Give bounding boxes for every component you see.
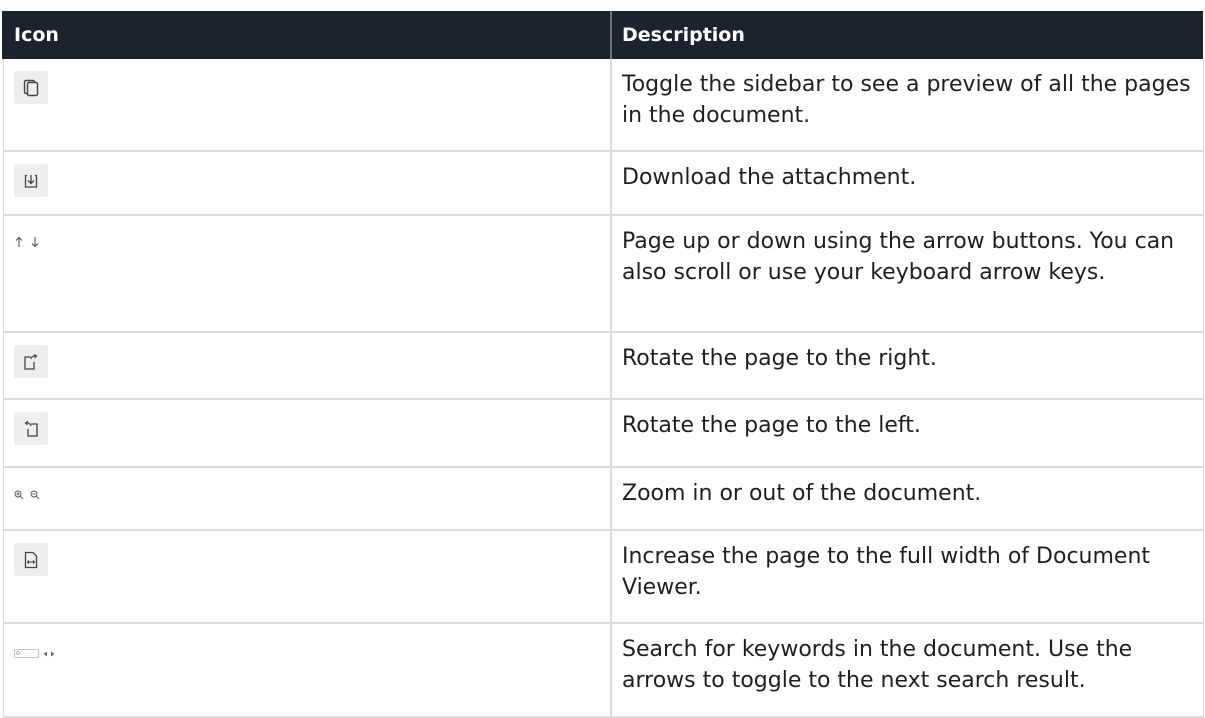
zoom-in-out-icon bbox=[14, 490, 40, 500]
table-row: Rotate the page to the left. bbox=[2, 399, 1204, 468]
description-cell: Page up or down using the arrow buttons.… bbox=[610, 215, 1204, 333]
description-cell: Download the attachment. bbox=[610, 151, 1204, 216]
icon-cell bbox=[2, 399, 611, 468]
table-row: Search for keywords in the document. Use… bbox=[2, 623, 1204, 718]
sidebar-toggle-icon bbox=[13, 71, 48, 104]
icon-cell bbox=[2, 151, 611, 216]
table-row: Download the attachment. bbox=[2, 151, 1204, 216]
icon-cell bbox=[2, 215, 611, 333]
rotate-right-icon bbox=[13, 345, 48, 378]
table-row: Zoom in or out of the document. bbox=[2, 467, 1204, 531]
column-header-icon: Icon bbox=[2, 11, 611, 59]
table-row: Increase the page to the full width of D… bbox=[2, 530, 1204, 624]
icon-cell bbox=[2, 530, 611, 624]
prev-next-arrows-icon bbox=[43, 651, 54, 656]
fit-width-icon bbox=[13, 543, 48, 576]
table-header-row: Icon Description bbox=[2, 11, 1203, 59]
icon-cell bbox=[2, 467, 611, 531]
icon-cell bbox=[2, 623, 611, 718]
rotate-left-icon bbox=[13, 412, 48, 445]
icon-cell bbox=[2, 59, 611, 152]
table-row: Rotate the page to the right. bbox=[2, 332, 1204, 400]
icon-cell bbox=[2, 332, 611, 400]
search-bar-icon bbox=[13, 649, 55, 658]
table-row: Toggle the sidebar to see a preview of a… bbox=[2, 59, 1204, 152]
table-row: Page up or down using the arrow buttons.… bbox=[2, 215, 1204, 333]
description-cell: Rotate the page to the right. bbox=[610, 332, 1204, 400]
description-cell: Search for keywords in the document. Use… bbox=[610, 623, 1204, 718]
column-header-description: Description bbox=[610, 11, 1203, 59]
icon-description-table: Icon Description Toggle the sidebar to s… bbox=[2, 11, 1204, 718]
page-up-down-arrows-icon bbox=[14, 236, 40, 248]
download-icon bbox=[13, 164, 48, 197]
description-cell: Zoom in or out of the document. bbox=[610, 467, 1204, 531]
description-cell: Rotate the page to the left. bbox=[610, 399, 1204, 468]
description-cell: Toggle the sidebar to see a preview of a… bbox=[610, 59, 1204, 152]
description-cell: Increase the page to the full width of D… bbox=[610, 530, 1204, 624]
search-field-thumbnail bbox=[13, 649, 39, 658]
